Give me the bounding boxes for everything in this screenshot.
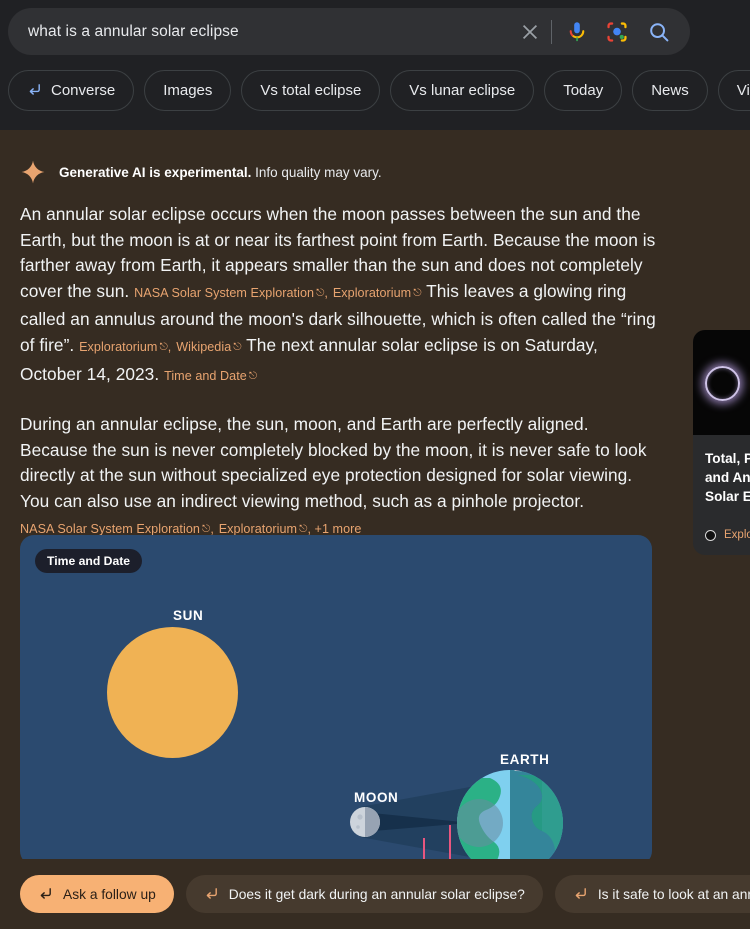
followup-suggestion-2[interactable]: Is it safe to look at an annular solar e…: [554, 875, 750, 913]
search-input[interactable]: what is a annular solar eclipse: [28, 23, 513, 41]
source-link-exploratorium-3[interactable]: Exploratorium ⎋: [219, 522, 308, 536]
chip-label: News: [651, 82, 689, 99]
source-link-wikipedia[interactable]: Wikipedia ⎋: [176, 340, 241, 354]
chip-label: Vs total eclipse: [260, 82, 362, 99]
filter-chip-row: Converse Images Vs total eclipse Vs luna…: [8, 68, 750, 113]
external-link-icon: ⎋: [201, 522, 211, 535]
return-arrow-icon: [204, 887, 219, 902]
chip-label: Today: [563, 82, 604, 99]
source-separator: ,: [167, 339, 172, 354]
clear-icon[interactable]: [513, 15, 547, 49]
divider: [551, 19, 552, 44]
source-link-nasa[interactable]: NASA Solar System Exploration ⎋: [134, 286, 324, 300]
source-thumbnail-card[interactable]: Total, Partial and Annular Solar Eclipse…: [693, 330, 750, 555]
external-link-icon: ⎋: [316, 286, 325, 299]
followup-label: Ask a follow up: [63, 886, 156, 902]
eclipse-diagram[interactable]: Time and Date SUN MOON EARTH: [20, 535, 652, 865]
chip-vs-total-eclipse[interactable]: Vs total eclipse: [241, 70, 381, 111]
generative-ai-panel: Generative AI is experimental. Info qual…: [0, 130, 750, 929]
source-card-source: Exploratorium: [724, 529, 750, 541]
microphone-icon[interactable]: [562, 17, 592, 47]
answer-text: During an annular eclipse, the sun, moon…: [20, 414, 647, 511]
source-separator: ,: [324, 285, 328, 300]
ai-disclaimer: Generative AI is experimental. Info qual…: [20, 159, 382, 185]
ai-disclaimer-bold: Generative AI is experimental.: [59, 164, 252, 180]
followup-row: Ask a follow up Does it get dark during …: [0, 859, 750, 929]
source-link-time-and-date[interactable]: Time and Date ⎋: [164, 369, 257, 383]
source-separator: ,: [210, 521, 214, 536]
sparkle-icon: [20, 159, 46, 185]
top-bar: what is a annular solar eclipse Converse…: [0, 0, 750, 130]
chip-converse[interactable]: Converse: [8, 70, 135, 111]
chip-images[interactable]: Images: [144, 70, 232, 111]
followup-suggestion-1[interactable]: Does it get dark during an annular solar…: [185, 875, 543, 913]
external-link-icon: ⎋: [233, 340, 242, 353]
leader-lines: [423, 825, 451, 865]
chip-label: Vs lunar eclipse: [409, 82, 516, 99]
external-link-icon: ⎋: [413, 286, 422, 299]
chip-label: Converse: [51, 82, 116, 99]
source-card-title: Total, Partial and Annular Solar Eclipse…: [705, 451, 750, 504]
chip-videos[interactable]: Videos: [717, 70, 750, 111]
external-link-icon: ⎋: [159, 340, 168, 353]
eclipse-thumbnail-image: [693, 330, 750, 435]
chip-label: Images: [163, 82, 213, 99]
search-bar[interactable]: what is a annular solar eclipse: [8, 8, 690, 55]
chip-today[interactable]: Today: [544, 70, 623, 111]
ask-a-follow-up-button[interactable]: Ask a follow up: [20, 875, 174, 913]
source-link-nasa-2[interactable]: NASA Solar System Exploration ⎋: [20, 522, 210, 536]
answer-paragraph-1: An annular solar eclipse occurs when the…: [20, 202, 660, 390]
source-link-more[interactable]: , +1 more: [307, 522, 361, 536]
ai-answer: An annular solar eclipse occurs when the…: [20, 202, 660, 543]
source-card-attribution[interactable]: Exploratorium: [705, 529, 750, 541]
source-link-exploratorium[interactable]: Exploratorium ⎋: [333, 286, 422, 300]
answer-paragraph-2: During an annular eclipse, the sun, moon…: [20, 412, 660, 543]
favicon-icon: [705, 529, 716, 541]
total-eclipse-ring: [705, 366, 740, 401]
chip-vs-lunar-eclipse[interactable]: Vs lunar eclipse: [390, 70, 535, 111]
return-arrow-icon: [573, 887, 588, 902]
search-icon[interactable]: [642, 15, 676, 49]
return-arrow-icon: [27, 83, 42, 98]
ai-disclaimer-text: Generative AI is experimental. Info qual…: [59, 165, 382, 180]
source-link-exploratorium-2[interactable]: Exploratorium ⎋: [79, 340, 168, 354]
ai-disclaimer-rest: Info quality may vary.: [251, 164, 382, 180]
external-link-icon: ⎋: [248, 369, 258, 382]
followup-label: Is it safe to look at an annular solar e…: [597, 886, 750, 902]
chip-news[interactable]: News: [632, 70, 708, 111]
external-link-icon: ⎋: [299, 522, 308, 535]
return-arrow-icon: [38, 887, 53, 902]
chip-label: Videos: [736, 82, 750, 99]
google-lens-icon[interactable]: [602, 17, 632, 47]
followup-label: Does it get dark during an annular solar…: [228, 886, 525, 902]
close-icon: [522, 24, 538, 39]
